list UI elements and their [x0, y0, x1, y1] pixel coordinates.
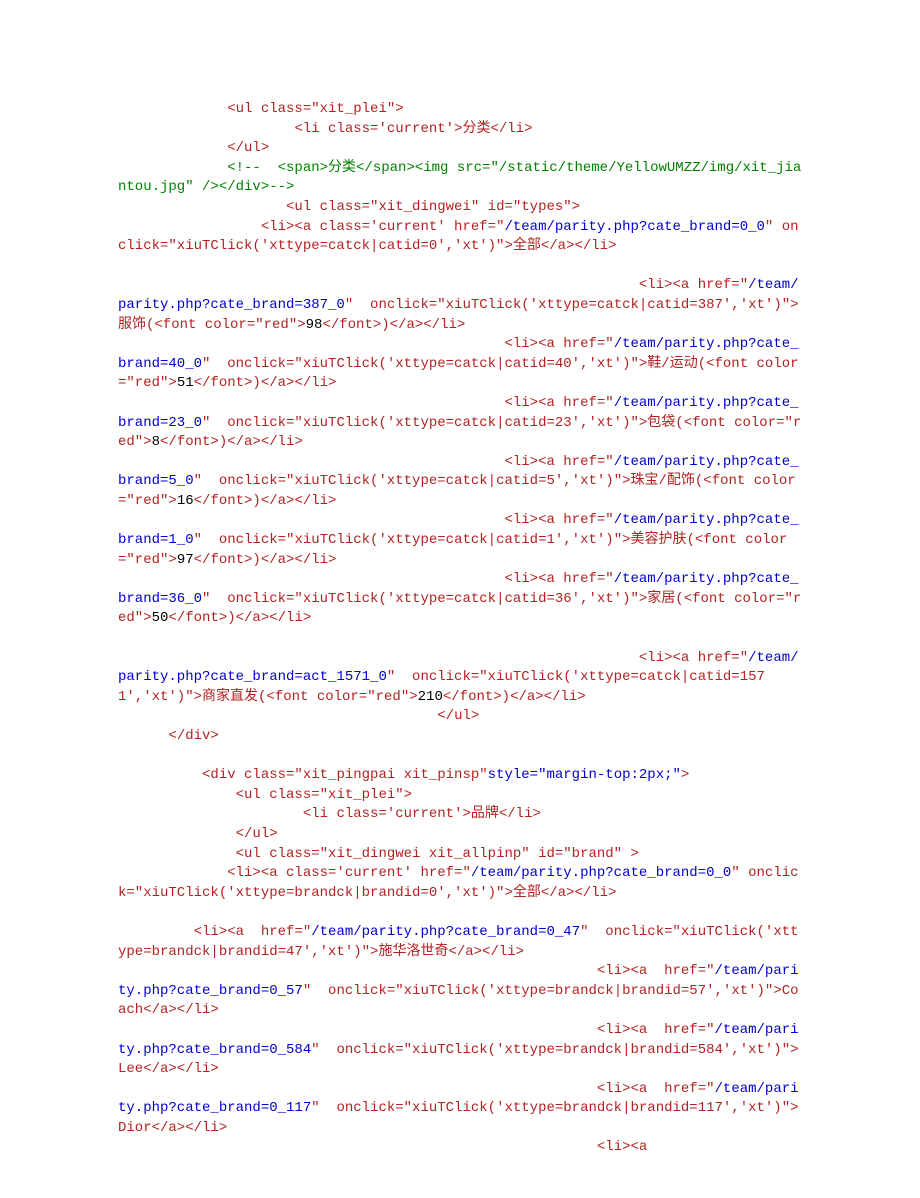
code-line: <li><a href="/team/parity.php?cate_brand… [118, 512, 799, 567]
code-line: <div class="xit_pingpai xit_pinsp"style=… [118, 767, 689, 783]
code-line: <li class='current'>分类</li> [118, 121, 532, 137]
code-line: <li><a [118, 1139, 647, 1155]
code-line: </ul> [118, 140, 269, 156]
code-line: <li><a href="/team/parity.php?cate_brand… [118, 924, 799, 960]
code-block: <ul class="xit_plei"> <li class='current… [118, 100, 802, 1158]
code-line: <li><a href="/team/parity.php?cate_brand… [118, 571, 801, 626]
code-line: <ul class="xit_plei"> [118, 101, 404, 117]
code-line: <li><a href="/team/parity.php?cate_brand… [118, 454, 799, 509]
code-document: <ul class="xit_plei"> <li class='current… [0, 0, 920, 1198]
code-line: <li><a href="/team/parity.php?cate_brand… [118, 336, 799, 391]
code-line: </ul> [118, 708, 479, 724]
code-line: <li><a class='current' href="/team/parit… [118, 865, 799, 901]
comment-line: <!-- <span>分类</span><img src="/static/th… [118, 160, 801, 196]
code-line: <li><a href="/team/parity.php?cate_brand… [118, 1022, 799, 1077]
code-line: <li><a href="/team/parity.php?cate_brand… [118, 277, 799, 332]
code-line: <li><a href="/team/parity.php?cate_brand… [118, 650, 799, 705]
code-line: <li class='current'>品牌</li> [118, 806, 541, 822]
code-line: <ul class="xit_plei"> [118, 787, 412, 803]
code-line: <li><a href="/team/parity.php?cate_brand… [118, 963, 799, 1018]
code-line: </div> [118, 728, 219, 744]
code-line: <li><a href="/team/parity.php?cate_brand… [118, 1081, 799, 1136]
code-line: <ul class="xit_dingwei" id="types"> [118, 199, 580, 215]
code-line: <li><a class='current' href="/team/parit… [118, 219, 799, 255]
code-line: <li><a href="/team/parity.php?cate_brand… [118, 395, 801, 450]
code-line: <ul class="xit_dingwei xit_allpinp" id="… [118, 846, 639, 862]
code-line: </ul> [118, 826, 278, 842]
